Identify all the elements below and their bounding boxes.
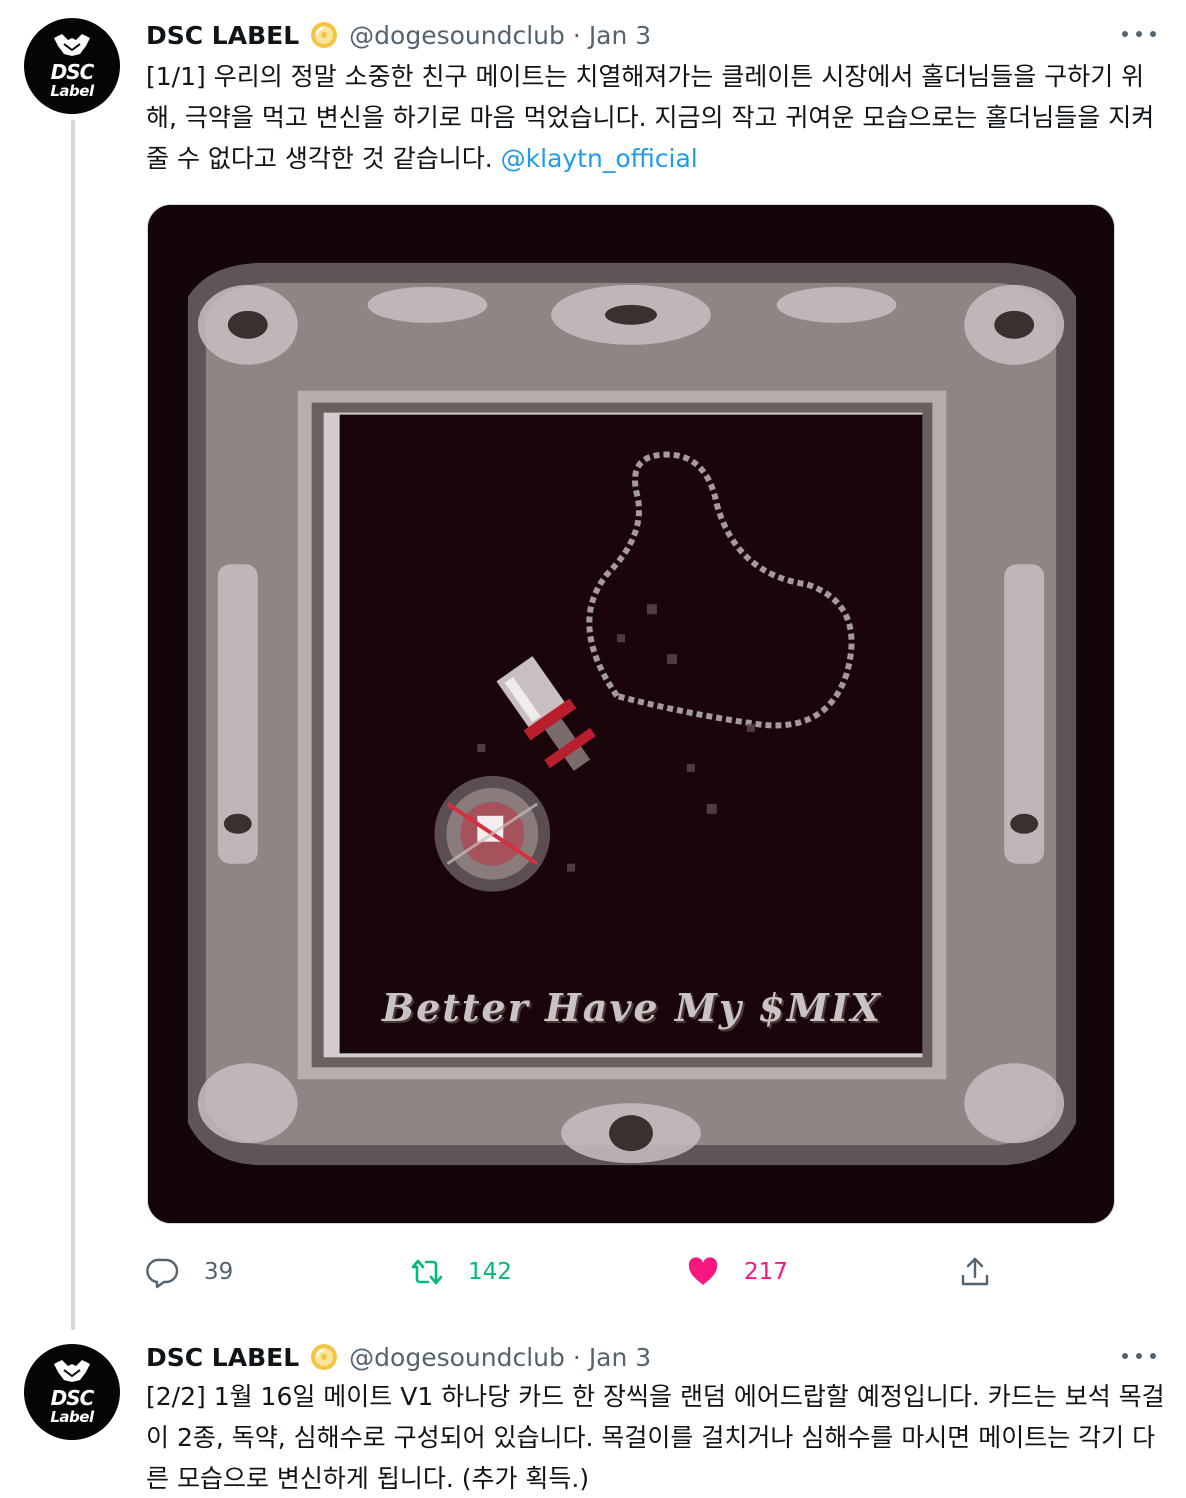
separator-dot: ·	[572, 20, 581, 50]
avatar-logo-text-top: DSC	[50, 1386, 95, 1410]
tweet-text: [1/1] 우리의 정말 소중한 친구 메이트는 치열해져가는 클레이튼 시장에…	[146, 56, 1166, 179]
like-count: 217	[744, 1259, 788, 1285]
share-button[interactable]	[958, 1250, 992, 1294]
tweet-timestamp[interactable]: Jan 3	[589, 1343, 651, 1372]
more-options-icon[interactable]	[1122, 1346, 1156, 1366]
like-button[interactable]: 217	[686, 1250, 788, 1294]
reply-button[interactable]: 39	[146, 1250, 233, 1294]
handshake-logo-icon	[54, 1360, 90, 1382]
author-handle[interactable]: @dogesoundclub	[349, 1343, 565, 1372]
more-options-icon[interactable]	[1122, 24, 1156, 44]
verified-gold-badge-icon	[311, 1344, 338, 1370]
retweet-button[interactable]: 142	[410, 1250, 512, 1294]
author-handle[interactable]: @dogesoundclub	[349, 21, 565, 50]
share-upload-icon	[961, 1257, 989, 1286]
tweet-header: DSC LABEL @dogesoundclub · Jan 3	[146, 1340, 651, 1374]
avatar-logo-text-top: DSC	[50, 60, 95, 84]
avatar[interactable]: DSC Label	[24, 18, 120, 114]
avatar-logo-text-bottom: Label	[50, 82, 94, 100]
retweet-icon	[411, 1259, 443, 1285]
retweet-count: 142	[468, 1259, 512, 1285]
verified-gold-badge-icon	[311, 22, 338, 48]
avatar-logo-text-bottom: Label	[50, 1408, 94, 1426]
reply-bubble-icon	[146, 1258, 179, 1289]
separator-dot: ·	[572, 1342, 581, 1372]
tweet-text: [2/2] 1월 16일 메이트 V1 하나당 카드 한 장씩을 랜덤 에어드랍…	[146, 1376, 1166, 1498]
heart-filled-icon	[688, 1257, 718, 1285]
tweet-text-content: [2/2] 1월 16일 메이트 V1 하나당 카드 한 장씩을 랜덤 에어드랍…	[146, 1382, 1165, 1493]
avatar[interactable]: DSC Label	[24, 1344, 120, 1440]
author-name[interactable]: DSC LABEL	[146, 1343, 299, 1372]
artwork-caption: Better Have My $MIX	[382, 985, 882, 1030]
tweet-actions-bar: 39 142 217	[146, 1250, 1026, 1294]
reply-count: 39	[204, 1259, 234, 1285]
tweet-timestamp[interactable]: Jan 3	[589, 21, 651, 50]
ornate-frame-necklace-artwork	[148, 205, 1114, 1223]
tweet-media-image[interactable]: Better Have My $MIX	[147, 204, 1115, 1224]
tweet-2[interactable]: DSC Label DSC LABEL @dogesoundclub · Jan…	[0, 1330, 1186, 1498]
mention-link[interactable]: @klaytn_official	[501, 144, 698, 173]
tweet-1[interactable]: DSC Label DSC LABEL @dogesoundclub · Jan…	[0, 0, 1186, 1330]
author-name[interactable]: DSC LABEL	[146, 21, 299, 50]
handshake-logo-icon	[54, 34, 90, 56]
tweet-header: DSC LABEL @dogesoundclub · Jan 3	[146, 18, 651, 52]
